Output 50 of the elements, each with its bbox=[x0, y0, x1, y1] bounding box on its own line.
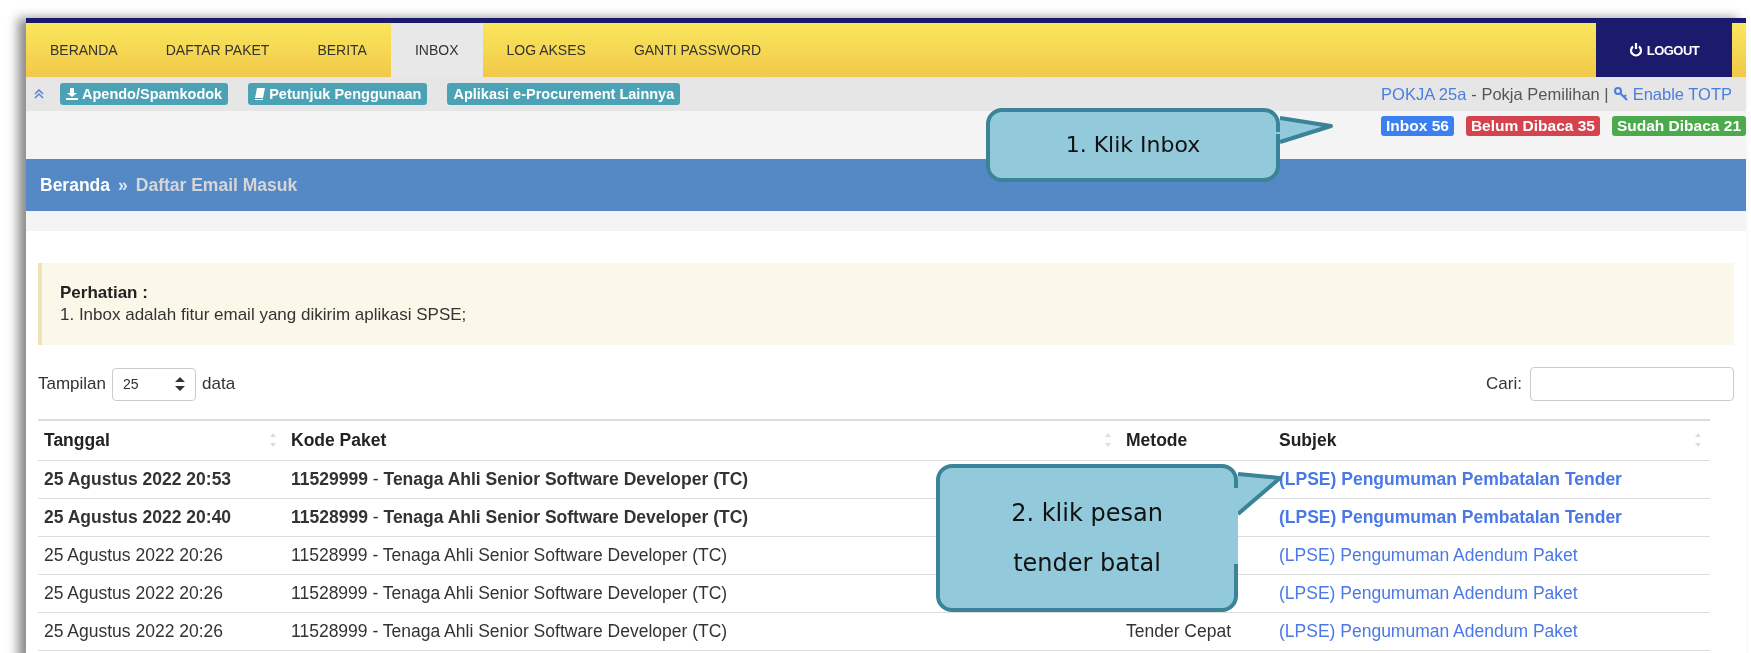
column-header[interactable]: Kode Paket bbox=[285, 420, 1120, 461]
table-cell: 25 Agustus 2022 20:26 bbox=[38, 574, 285, 613]
book-icon bbox=[254, 88, 266, 100]
column-header[interactable]: Tanggal bbox=[38, 420, 285, 461]
nav-tab[interactable]: BERANDA bbox=[26, 23, 142, 77]
totp-link[interactable]: Enable TOTP bbox=[1632, 84, 1732, 104]
key-icon bbox=[1613, 87, 1628, 101]
notice-text: 1. Inbox adalah fitur email yang dikirim aplikasi SPSE; bbox=[60, 305, 468, 325]
power-icon bbox=[1628, 43, 1643, 57]
subject-link[interactable]: (LPSE) Pengumuman Adendum Paket bbox=[1279, 621, 1578, 641]
table-cell: 25 Agustus 2022 20:53 bbox=[38, 460, 285, 499]
callout-text: 1. Klik Inbox bbox=[1065, 131, 1201, 159]
length-label: Tampilan bbox=[38, 374, 107, 394]
search-field[interactable] bbox=[1530, 367, 1734, 401]
nav-tab[interactable]: GANTI PASSWORD bbox=[609, 23, 786, 77]
subject-link[interactable]: (LPSE) Pengumuman Adendum Paket bbox=[1279, 583, 1578, 603]
download-icon bbox=[66, 88, 78, 100]
breadcrumb-link[interactable]: Beranda bbox=[40, 174, 111, 196]
nav-tab[interactable]: INBOX bbox=[390, 23, 483, 77]
length-suffix: data bbox=[202, 374, 236, 394]
collapse-icon[interactable] bbox=[34, 89, 44, 99]
table-cell: 25 Agustus 2022 20:26 bbox=[38, 612, 285, 651]
user-link[interactable]: POKJA 25a bbox=[1381, 84, 1467, 104]
count-badge[interactable]: Inbox 56 bbox=[1381, 116, 1454, 136]
nav-tab[interactable]: LOG AKSES bbox=[482, 23, 610, 77]
page-size-select[interactable]: 25 bbox=[112, 367, 197, 401]
count-badge[interactable]: Sudah Dibaca 21 bbox=[1611, 116, 1746, 136]
column-header[interactable]: Subjek bbox=[1273, 420, 1710, 461]
user-role: - Pokja Pemilihan | bbox=[1471, 84, 1609, 104]
sort-icon[interactable] bbox=[1694, 432, 1702, 448]
toolbar-link[interactable]: Apendo/Spamkodok bbox=[60, 83, 229, 105]
toolbar-link[interactable]: Petunjuk Penggunaan bbox=[248, 83, 428, 105]
nav-tab[interactable]: DAFTAR PAKET bbox=[141, 23, 294, 77]
subject-link[interactable]: (LPSE) Pengumuman Pembatalan Tender bbox=[1279, 507, 1622, 527]
notice-title: Perhatian : bbox=[60, 283, 149, 303]
sort-icon[interactable] bbox=[269, 432, 277, 448]
updown-icon bbox=[175, 377, 186, 391]
table-cell: 25 Agustus 2022 20:40 bbox=[38, 498, 285, 537]
sort-icon[interactable] bbox=[1104, 432, 1112, 448]
count-badge[interactable]: Belum Dibaca 35 bbox=[1465, 116, 1600, 136]
breadcrumb-current: Daftar Email Masuk bbox=[135, 174, 298, 196]
subject-link[interactable]: (LPSE) Pengumuman Pembatalan Tender bbox=[1279, 469, 1622, 489]
column-header[interactable]: Metode bbox=[1120, 420, 1273, 461]
breadcrumb-separator: » bbox=[118, 174, 128, 196]
toolbar-link[interactable]: Aplikasi e-Procurement Lainnya bbox=[447, 83, 681, 105]
subject-link[interactable]: (LPSE) Pengumuman Adendum Paket bbox=[1279, 545, 1578, 565]
table-cell: 25 Agustus 2022 20:26 bbox=[38, 536, 285, 575]
search-label: Cari: bbox=[1486, 374, 1522, 394]
nav-tab[interactable]: BERITA bbox=[293, 23, 391, 77]
logout-button[interactable]: LOGOUT bbox=[1596, 23, 1732, 77]
